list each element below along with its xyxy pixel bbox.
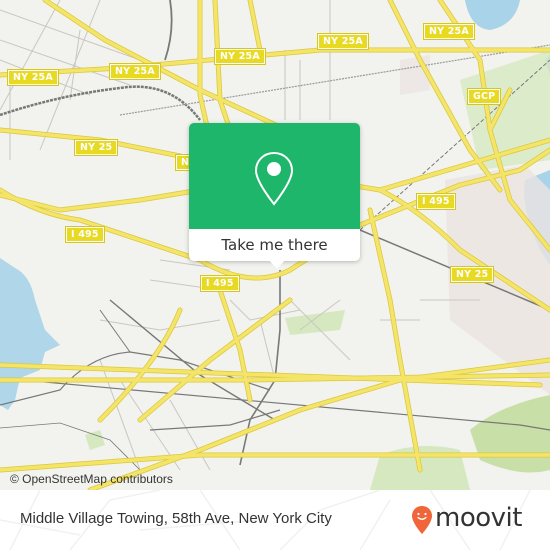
route-shield-i495: I 495 [416,193,456,210]
popup-header[interactable] [189,123,360,229]
route-shield-gcp: GCP [466,88,502,105]
map-attribution[interactable]: © OpenStreetMap contributors [10,472,173,486]
water-creek [0,258,60,410]
map-canvas[interactable]: NY 25A NY 25A NY 25A NY 25A NY 25A NY 25… [0,0,550,490]
park-small-2 [85,430,105,450]
route-shield-ny25a: NY 25A [7,69,59,86]
map-pin-icon [254,151,294,206]
route-shield-ny25: NY 25 [449,266,495,283]
park-small-1 [285,310,345,335]
popup-pointer [269,260,285,269]
route-shield-i495: I 495 [200,275,240,292]
destination-popup[interactable]: Take me there [189,123,360,269]
park-forest-park [470,395,550,473]
moovit-logo[interactable]: moovit [411,501,541,541]
route-shield-ny25a: NY 25A [214,48,266,65]
moovit-wordmark: moovit [435,503,522,533]
take-me-there-button[interactable]: Take me there [189,229,360,261]
place-title: Middle Village Towing, 58th Ave, New Yor… [20,510,332,527]
footer-bar: Middle Village Towing, 58th Ave, New Yor… [0,490,550,550]
route-shield-ny25a: NY 25A [109,63,161,80]
route-shield-ny25: NY 25 [73,139,119,156]
route-shield-i495: I 495 [65,226,105,243]
route-shield-ny25a: NY 25A [423,23,475,40]
moovit-pin-logo-icon [412,506,432,534]
route-shield-ny25a: NY 25A [317,33,369,50]
